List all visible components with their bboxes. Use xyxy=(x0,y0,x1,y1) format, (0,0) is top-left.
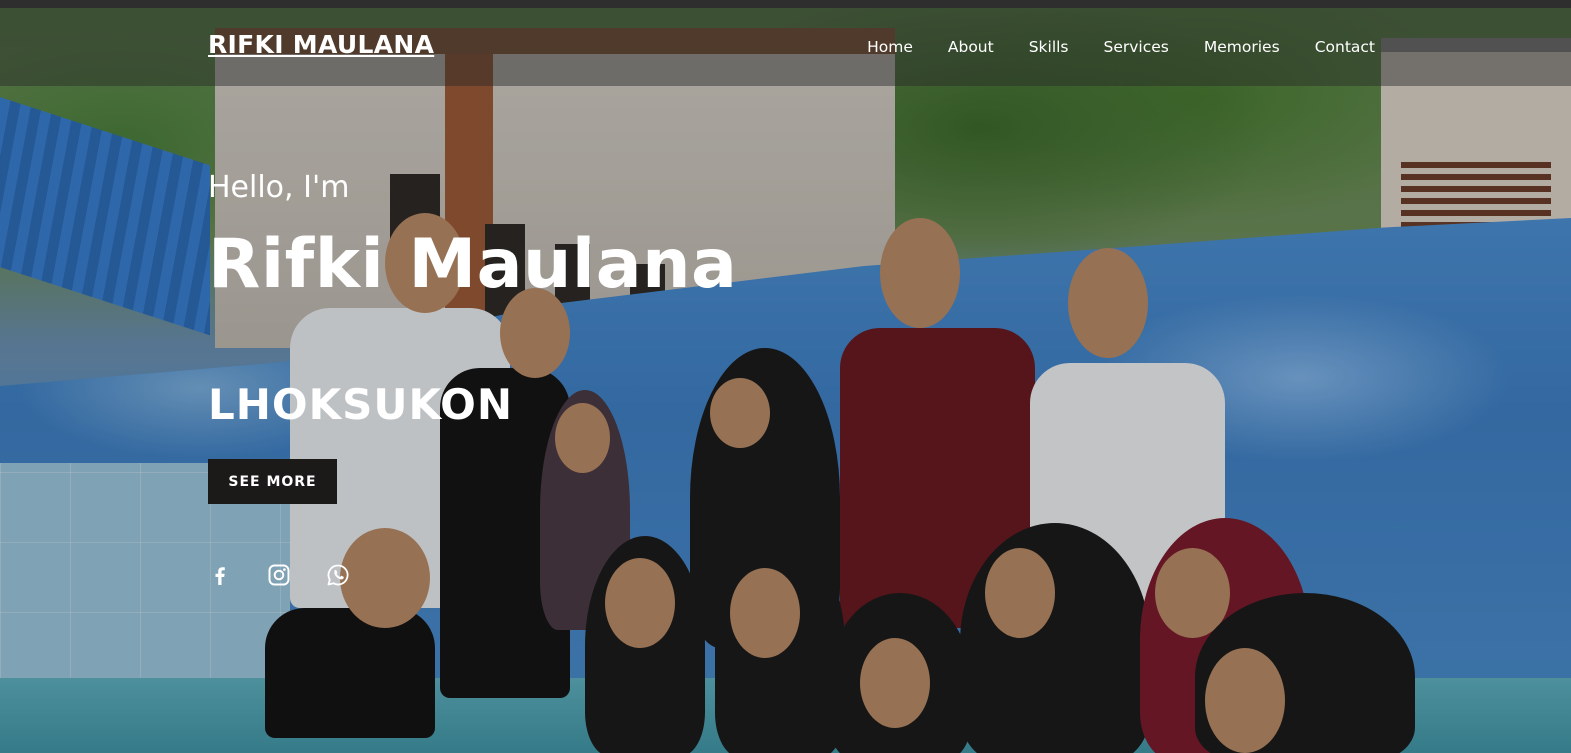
whatsapp-glyph xyxy=(327,564,349,586)
instagram-icon[interactable] xyxy=(267,563,291,587)
nav-item-skills: Skills xyxy=(1029,37,1069,56)
whatsapp-icon[interactable] xyxy=(326,563,350,587)
nav-item-about: About xyxy=(948,37,994,56)
hero-location: LHOKSUKON xyxy=(208,380,514,429)
nav-link-contact[interactable]: Contact xyxy=(1315,38,1375,56)
nav-item-contact: Contact xyxy=(1315,37,1375,56)
social-links xyxy=(208,563,350,587)
nav-link-about[interactable]: About xyxy=(948,38,994,56)
instagram-glyph xyxy=(268,564,290,586)
brand-logo[interactable]: RIFKI MAULANA xyxy=(208,30,434,59)
nav-link-memories[interactable]: Memories xyxy=(1204,38,1280,56)
nav-item-memories: Memories xyxy=(1204,37,1280,56)
nav-link-skills[interactable]: Skills xyxy=(1029,38,1069,56)
nav-link-services[interactable]: Services xyxy=(1104,38,1169,56)
page: RIFKI MAULANA Home About Skills Services… xyxy=(0,0,1571,753)
nav-item-services: Services xyxy=(1104,37,1169,56)
nav-link-home[interactable]: Home xyxy=(867,38,913,56)
see-more-button[interactable]: SEE MORE xyxy=(208,459,337,504)
top-navbar: RIFKI MAULANA Home About Skills Services… xyxy=(0,8,1571,86)
nav-item-home: Home xyxy=(867,37,913,56)
hero-greeting: Hello, I'm xyxy=(208,170,350,205)
hero-name: Rifki Maulana xyxy=(208,225,738,304)
facebook-icon[interactable] xyxy=(208,563,232,587)
facebook-glyph xyxy=(215,567,225,585)
nav-menu: Home About Skills Services Memories Cont… xyxy=(867,37,1375,56)
window-top-strip xyxy=(0,0,1571,8)
